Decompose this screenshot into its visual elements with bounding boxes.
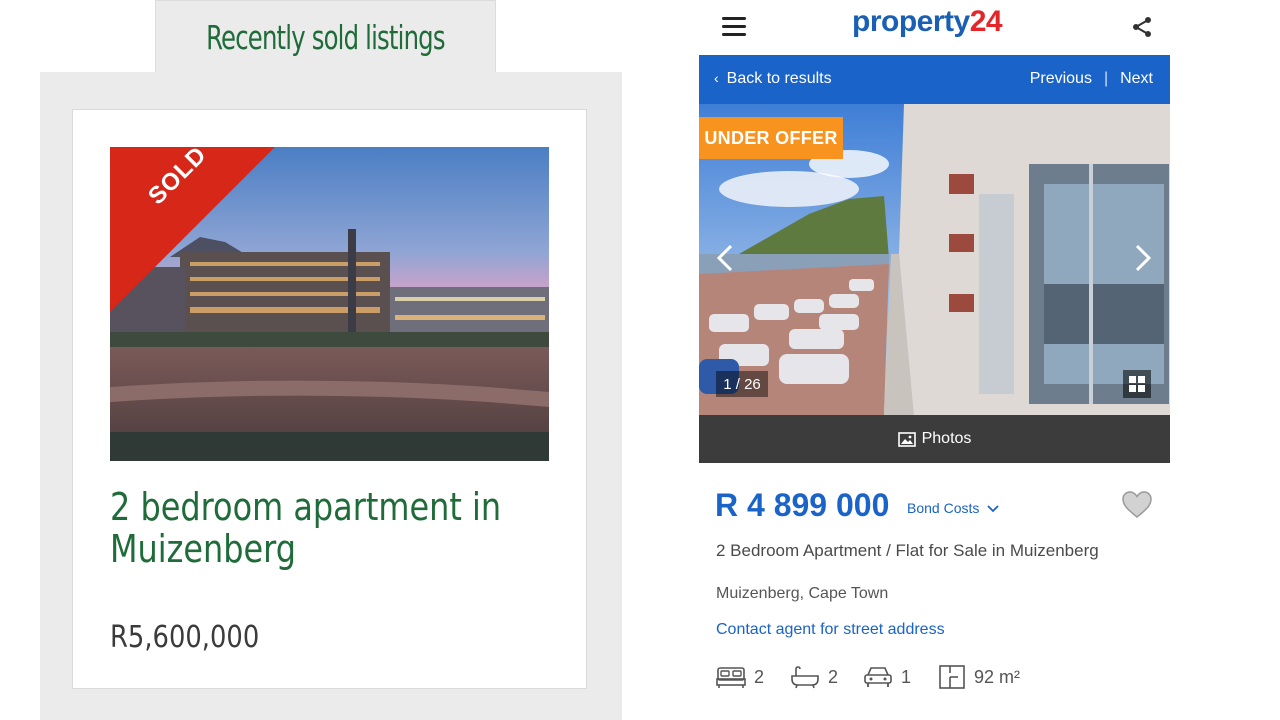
chevron-left-icon[interactable]	[711, 238, 741, 278]
back-to-results-label: Back to results	[726, 70, 832, 87]
parking-count: 1	[901, 666, 912, 687]
recently-sold-tab-label: Recently sold listings	[206, 17, 445, 57]
bedrooms-count: 2	[754, 666, 765, 687]
heart-icon[interactable]	[1121, 491, 1153, 519]
under-offer-badge: UNDER OFFER	[699, 117, 843, 159]
property24-logo[interactable]: property24	[852, 5, 1003, 39]
floorplan-icon	[939, 665, 965, 689]
feature-bedrooms: 2	[716, 663, 764, 691]
recently-sold-tab[interactable]: Recently sold listings	[155, 0, 496, 73]
logo-text: property	[852, 5, 970, 38]
image-icon	[897, 431, 916, 447]
sold-listing-title[interactable]: 2 bedroom apartment in Muizenberg	[110, 486, 564, 570]
logo-number: 24	[969, 5, 1003, 38]
back-to-results-link[interactable]: ‹ Back to results	[714, 70, 832, 88]
listing-nav-bar: ‹ Back to results Previous | Next	[699, 55, 1170, 104]
floor-size-value: 92 m²	[974, 666, 1021, 687]
bath-icon	[791, 666, 819, 689]
contact-agent-link[interactable]: Contact agent for street address	[716, 621, 945, 639]
grid-icon[interactable]	[1123, 370, 1151, 398]
chevron-down-icon	[987, 505, 999, 513]
bond-costs-dropdown[interactable]: Bond Costs	[907, 500, 999, 516]
car-icon	[864, 667, 892, 687]
feature-parking: 1	[863, 663, 911, 691]
previous-link[interactable]: Previous	[1030, 70, 1092, 87]
chevron-right-icon[interactable]	[1129, 238, 1159, 278]
prev-next-nav: Previous | Next	[1030, 70, 1153, 88]
photo-counter: 1 / 26	[716, 371, 768, 397]
listing-title: 2 Bedroom Apartment / Flat for Sale in M…	[716, 541, 1099, 560]
hamburger-icon[interactable]	[722, 17, 746, 37]
listing-location: Muizenberg, Cape Town	[716, 585, 889, 602]
bathrooms-count: 2	[828, 666, 839, 687]
bed-icon	[716, 667, 746, 688]
listing-price: R 4 899 000	[715, 487, 890, 523]
photos-button-label: Photos	[921, 430, 972, 447]
chevron-left-icon: ‹	[714, 70, 719, 86]
sold-listing-price: R5,600,000	[110, 620, 260, 655]
next-link[interactable]: Next	[1120, 70, 1153, 87]
nav-divider: |	[1103, 70, 1109, 87]
feature-floor-size: 92 m²	[938, 663, 1020, 691]
bond-costs-label: Bond Costs	[907, 500, 980, 516]
share-icon[interactable]	[1131, 16, 1153, 38]
feature-bathrooms: 2	[790, 663, 838, 691]
photos-button[interactable]: Photos	[699, 415, 1170, 463]
